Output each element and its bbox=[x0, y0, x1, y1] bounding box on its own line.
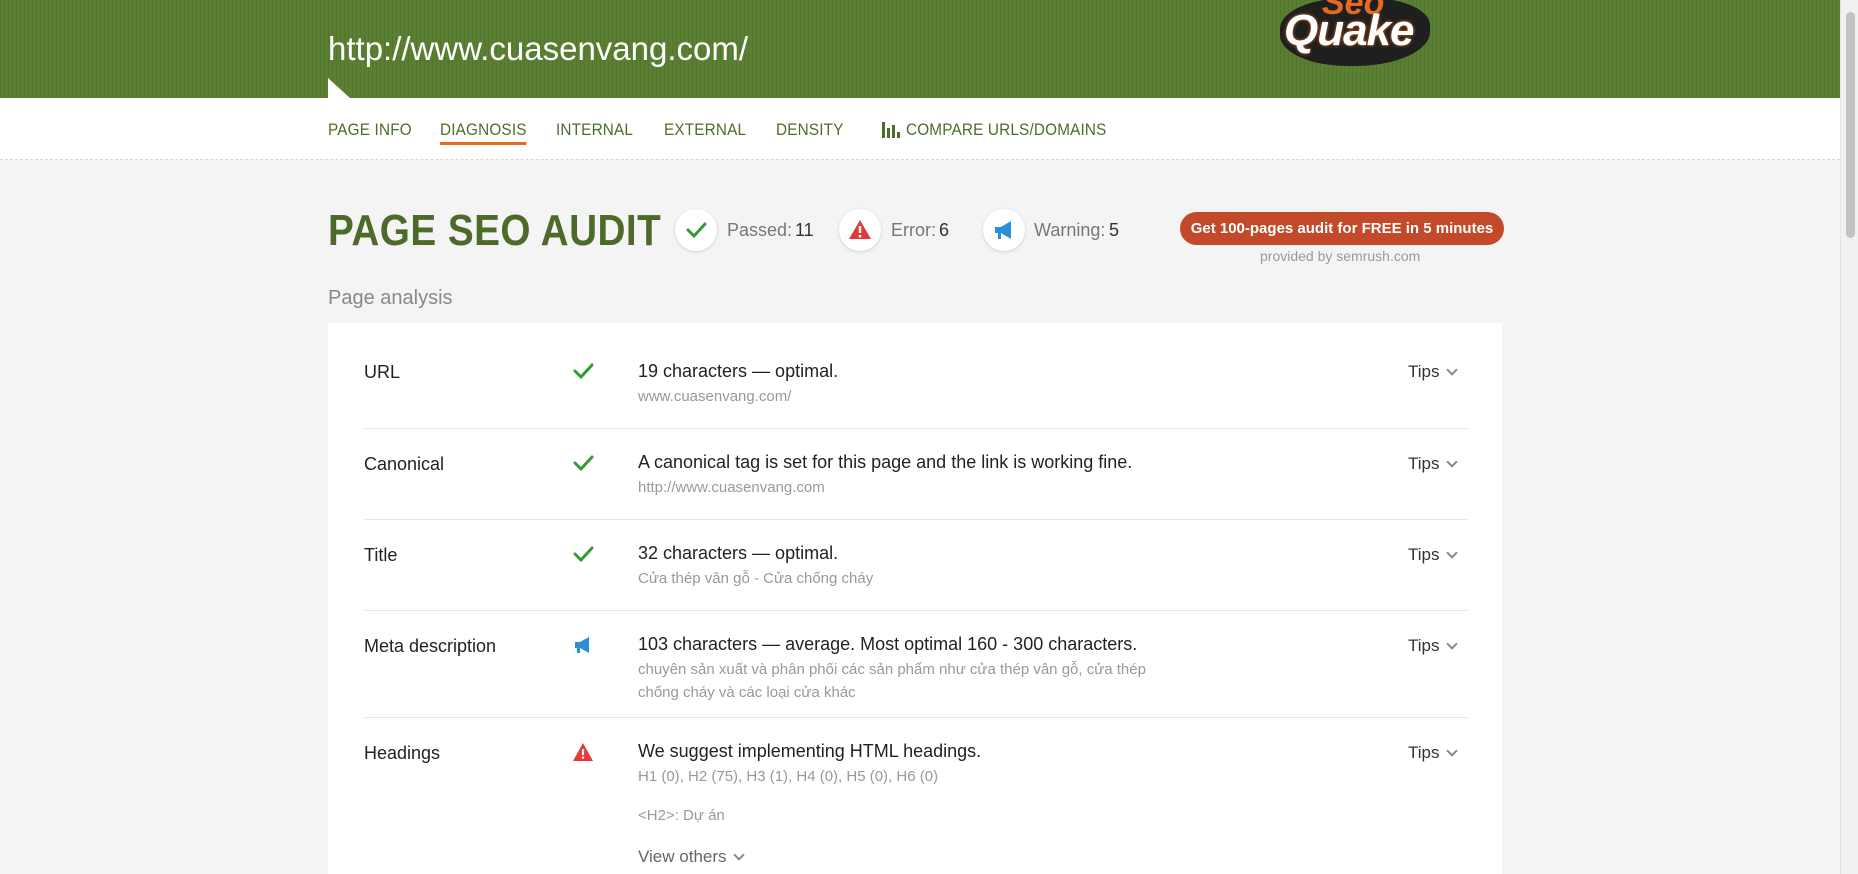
warning-label: Warning: bbox=[1034, 220, 1106, 240]
page-title: PAGE SEO AUDIT bbox=[328, 206, 662, 255]
row-result-meta-description: 103 characters — average. Most optimal 1… bbox=[638, 634, 1138, 654]
error-label: Error: bbox=[891, 220, 936, 240]
error-icon bbox=[839, 209, 881, 251]
page-url: http://www.cuasenvang.com/ bbox=[328, 30, 749, 67]
tab-page-info[interactable]: PAGE INFO bbox=[328, 120, 412, 140]
tips-label: Tips bbox=[1408, 743, 1440, 762]
scrollbar[interactable] bbox=[1840, 0, 1858, 874]
chevron-down-icon bbox=[1445, 547, 1458, 559]
warning-icon bbox=[983, 209, 1025, 251]
warning-megaphone-icon bbox=[575, 637, 589, 653]
row-divider bbox=[364, 519, 1468, 520]
chevron-down-icon bbox=[1445, 638, 1458, 650]
tab-compare-urls[interactable]: COMPARE URLS/DOMAINS bbox=[906, 120, 1107, 140]
tips-toggle-canonical[interactable]: Tips bbox=[1408, 454, 1458, 474]
provided-by-text: provided by semrush.com bbox=[1260, 248, 1421, 264]
row-result-canonical: A canonical tag is set for this page and… bbox=[638, 452, 1133, 472]
row-detail-meta-description-2: chống cháy và các loại cửa khác bbox=[638, 684, 856, 701]
error-triangle-icon bbox=[573, 743, 593, 761]
row-label-title: Title bbox=[364, 545, 398, 565]
row-detail-title: Cửa thép vân gỗ - Cửa chống cháy bbox=[638, 570, 874, 587]
header-notch bbox=[328, 78, 350, 98]
row-detail-url: www.cuasenvang.com/ bbox=[638, 388, 792, 405]
chevron-down-icon bbox=[1445, 364, 1458, 376]
chevron-down-icon bbox=[732, 849, 745, 861]
row-divider bbox=[364, 428, 1468, 429]
row-label-canonical: Canonical bbox=[364, 454, 445, 474]
row-detail-headings: H1 (0), H2 (75), H3 (1), H4 (0), H5 (0),… bbox=[638, 768, 939, 785]
logo-quake-text: Quake bbox=[1284, 6, 1415, 55]
passed-icon bbox=[675, 209, 717, 251]
row-label-headings: Headings bbox=[364, 743, 441, 763]
tips-toggle-meta-description[interactable]: Tips bbox=[1408, 636, 1458, 656]
row-detail-headings-h2: <H2>: Dự án bbox=[638, 807, 725, 824]
passed-count: 11 bbox=[795, 220, 814, 240]
row-divider bbox=[364, 717, 1468, 718]
section-heading: Page analysis bbox=[328, 287, 453, 309]
analysis-panel bbox=[328, 323, 1502, 874]
tips-toggle-url[interactable]: Tips bbox=[1408, 362, 1458, 382]
passed-label: Passed: bbox=[727, 220, 793, 240]
tab-external[interactable]: EXTERNAL bbox=[664, 120, 746, 140]
row-label-url: URL bbox=[364, 362, 401, 382]
row-detail-canonical: http://www.cuasenvang.com bbox=[638, 479, 825, 496]
tab-diagnosis[interactable]: DIAGNOSIS bbox=[440, 120, 527, 145]
tips-label: Tips bbox=[1408, 362, 1440, 381]
tips-toggle-title[interactable]: Tips bbox=[1408, 545, 1458, 565]
row-result-headings: We suggest implementing HTML headings. bbox=[638, 741, 982, 761]
row-label-meta-description: Meta description bbox=[364, 636, 497, 656]
row-divider bbox=[364, 610, 1468, 611]
chevron-down-icon bbox=[1445, 745, 1458, 757]
error-count: 6 bbox=[939, 220, 950, 240]
chevron-down-icon bbox=[1445, 456, 1458, 468]
bar-chart-icon[interactable] bbox=[882, 122, 900, 138]
tab-bar: PAGE INFO DIAGNOSIS INTERNAL EXTERNAL DE… bbox=[0, 98, 1840, 160]
row-result-url: 19 characters — optimal. bbox=[638, 361, 839, 381]
tips-toggle-headings[interactable]: Tips bbox=[1408, 743, 1458, 763]
tab-density[interactable]: DENSITY bbox=[776, 120, 844, 140]
tab-internal[interactable]: INTERNAL bbox=[556, 120, 633, 140]
tips-label: Tips bbox=[1408, 454, 1440, 473]
row-result-title: 32 characters — optimal. bbox=[638, 543, 839, 563]
view-others-toggle[interactable]: View others bbox=[638, 847, 745, 867]
tips-label: Tips bbox=[1408, 636, 1440, 655]
seoquake-logo: Seo Quake bbox=[1268, 0, 1440, 76]
free-audit-button[interactable]: Get 100-pages audit for FREE in 5 minute… bbox=[1180, 212, 1504, 245]
passed-check-icon bbox=[573, 363, 594, 380]
passed-check-icon bbox=[573, 546, 594, 563]
scrollbar-thumb[interactable] bbox=[1846, 12, 1855, 238]
warning-count: 5 bbox=[1109, 220, 1120, 240]
passed-check-icon bbox=[573, 455, 594, 472]
header-bar: http://www.cuasenvang.com/ Seo Quake bbox=[0, 0, 1840, 98]
tips-label: Tips bbox=[1408, 545, 1440, 564]
row-detail-meta-description: chuyên sản xuất và phân phối các sản phẩ… bbox=[638, 661, 1146, 678]
view-others-label: View others bbox=[638, 847, 727, 866]
